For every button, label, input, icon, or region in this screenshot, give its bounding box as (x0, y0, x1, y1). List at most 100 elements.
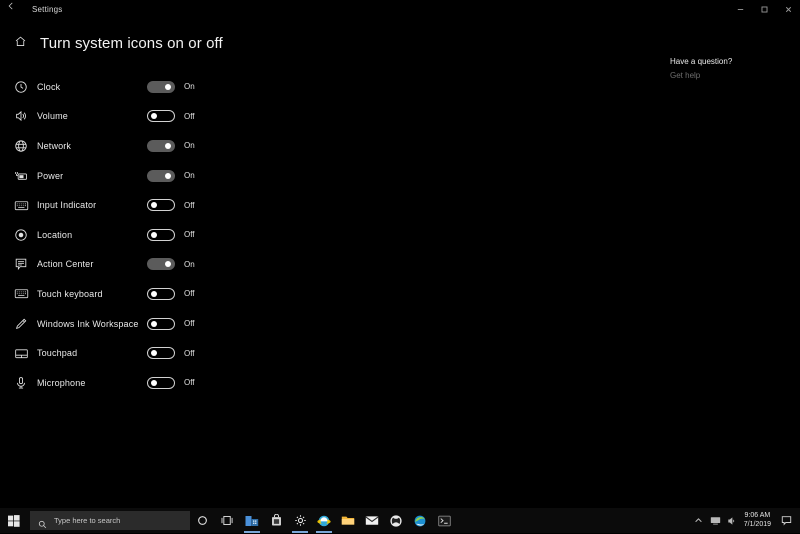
toggle-windows-ink-workspace[interactable] (147, 317, 175, 330)
store-bag-icon[interactable] (264, 508, 288, 533)
network-tray-icon[interactable] (707, 508, 724, 533)
command-prompt-icon[interactable] (432, 508, 456, 533)
close-button[interactable] (776, 0, 800, 18)
pen-ink-icon (14, 316, 36, 332)
toggle-touchpad[interactable] (147, 347, 175, 360)
store-pinned-icon[interactable] (240, 508, 264, 533)
list-item-label: Clock (37, 81, 61, 92)
toggle-input-indicator[interactable] (147, 199, 175, 212)
list-item[interactable]: Volume Off (14, 102, 800, 132)
back-arrow-icon[interactable] (0, 0, 22, 18)
list-item-label: Windows Ink Workspace (37, 318, 139, 329)
toggle-knob (165, 261, 171, 268)
location-icon (14, 227, 36, 243)
page-header: Turn system icons on or off (0, 30, 800, 56)
list-item[interactable]: Network On (14, 131, 800, 161)
cortana-circle-icon[interactable] (190, 508, 215, 533)
clock-time: 9:06 AM (744, 511, 771, 519)
list-item-label: Touchpad (37, 348, 78, 359)
touchpad-icon (14, 345, 36, 361)
toggle-state-label: On (184, 141, 195, 151)
search-input[interactable]: Type here to search (30, 511, 190, 530)
toggle-volume[interactable] (147, 110, 175, 123)
list-item-label: Volume (37, 111, 68, 122)
list-item[interactable]: Windows Ink Workspace Off (14, 309, 800, 339)
taskbar-clock[interactable]: 9:06 AM 7/1/2019 (744, 512, 771, 530)
power-battery-icon (14, 168, 36, 184)
home-icon[interactable] (14, 35, 32, 51)
action-center-tray-icon[interactable] (776, 508, 796, 533)
xbox-icon[interactable] (384, 508, 408, 533)
list-item[interactable]: Action Center On (14, 250, 800, 280)
toggle-state-label: Off (184, 319, 195, 329)
edge-icon[interactable] (408, 508, 432, 533)
toggle-network[interactable] (147, 139, 175, 152)
list-item[interactable]: Input Indicator Off (14, 190, 800, 220)
toggle-knob (151, 379, 157, 386)
file-explorer-icon[interactable] (336, 508, 360, 533)
get-help-link[interactable]: Get help (670, 71, 790, 80)
toggle-state-label: Off (184, 111, 195, 121)
toggle-action-center[interactable] (147, 258, 175, 271)
microphone-icon (14, 375, 36, 391)
list-item[interactable]: Microphone Off (14, 368, 800, 398)
window-controls (728, 0, 800, 18)
mail-icon[interactable] (360, 508, 384, 533)
toggle-knob (151, 202, 157, 209)
list-item-label: Network (37, 140, 72, 151)
toggle-state-label: Off (184, 200, 195, 210)
action-center-icon (14, 256, 36, 272)
list-item[interactable]: Touchpad Off (14, 338, 800, 368)
toggle-knob (151, 290, 157, 297)
settings-gear-icon[interactable] (288, 508, 312, 533)
toggle-knob (151, 320, 157, 327)
search-placeholder: Type here to search (54, 516, 121, 525)
clock-icon (14, 79, 36, 95)
toggle-microphone[interactable] (147, 376, 175, 389)
windows-start-icon[interactable] (0, 508, 28, 533)
toggle-power[interactable] (147, 169, 175, 182)
toggle-state-label: Off (184, 348, 195, 358)
title-bar: Settings (0, 0, 800, 18)
toggle-state-label: Off (184, 289, 195, 299)
toggle-state-label: Off (184, 230, 195, 240)
volume-icon (14, 108, 36, 124)
touch-keyboard-icon (14, 286, 36, 302)
toggle-state-label: On (184, 82, 195, 92)
list-item-label: Power (37, 170, 64, 181)
toggle-state-label: Off (184, 378, 195, 388)
show-desktop-button[interactable] (796, 508, 800, 533)
help-panel: Have a question? Get help (670, 57, 790, 80)
taskbar: Type here to search 9:06 AM 7/1/2019 (0, 508, 800, 533)
system-icons-list: Clock On Volume Off Network On Power On … (0, 72, 800, 398)
toggle-knob (165, 142, 171, 149)
toggle-knob (165, 83, 171, 90)
toggle-clock[interactable] (147, 80, 175, 93)
page-title: Turn system icons on or off (40, 34, 223, 52)
toggle-state-label: On (184, 259, 195, 269)
keyboard-icon (14, 197, 36, 213)
list-item-label: Input Indicator (37, 200, 97, 211)
list-item-label: Microphone (37, 377, 86, 388)
system-tray: 9:06 AM 7/1/2019 (690, 508, 800, 533)
list-item-label: Location (37, 229, 73, 240)
maximize-button[interactable] (752, 0, 776, 18)
task-view-icon[interactable] (215, 508, 240, 533)
help-heading: Have a question? (670, 57, 733, 66)
list-item-label: Touch keyboard (37, 288, 103, 299)
list-item[interactable]: Touch keyboard Off (14, 279, 800, 309)
show-hidden-icons-chevron-icon[interactable] (690, 508, 707, 533)
toggle-knob (165, 172, 171, 179)
list-item[interactable]: Location Off (14, 220, 800, 250)
toggle-state-label: On (184, 171, 195, 181)
internet-explorer-icon[interactable] (312, 508, 336, 533)
toggle-location[interactable] (147, 228, 175, 241)
clock-date: 7/1/2019 (743, 520, 771, 528)
app-title: Settings (32, 4, 63, 14)
toggle-touch-keyboard[interactable] (147, 287, 175, 300)
list-item[interactable]: Power On (14, 161, 800, 191)
volume-tray-icon[interactable] (724, 508, 741, 533)
toggle-knob (151, 350, 157, 357)
list-item-label: Action Center (37, 259, 94, 270)
minimize-button[interactable] (728, 0, 752, 18)
